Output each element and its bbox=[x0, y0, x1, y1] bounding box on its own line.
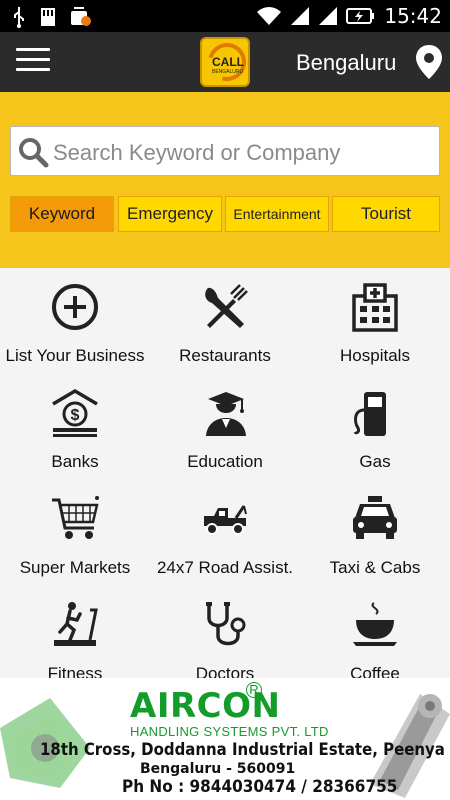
tab-emergency[interactable]: Emergency bbox=[118, 196, 222, 232]
category-gas[interactable]: Gas bbox=[300, 374, 450, 480]
plus-circle-icon bbox=[52, 284, 98, 330]
category-restaurants[interactable]: Restaurants bbox=[150, 268, 300, 374]
search-panel: Search Keyword or Company Keyword Emerge… bbox=[0, 92, 450, 268]
tab-tourist[interactable]: Tourist bbox=[332, 196, 440, 232]
clock: 15:42 bbox=[384, 4, 442, 28]
search-icon bbox=[19, 138, 49, 168]
sd-card-icon bbox=[41, 8, 55, 26]
category-road-assist[interactable]: 24x7 Road Assist. bbox=[150, 480, 300, 586]
gas-pump-icon bbox=[353, 392, 386, 436]
treadmill-icon bbox=[54, 602, 98, 646]
category-taxi-cabs[interactable]: Taxi & Cabs bbox=[300, 480, 450, 586]
ad-address: 18th Cross, Doddanna Industrial Estate, … bbox=[40, 740, 450, 760]
ad-phone: Ph No : 9844030474 / 28366755 bbox=[122, 777, 398, 797]
signal-icon bbox=[291, 7, 310, 25]
status-bar: 15:42 bbox=[0, 0, 450, 32]
taxi-icon bbox=[353, 496, 397, 539]
coffee-cup-icon bbox=[353, 602, 397, 646]
tow-truck-icon bbox=[204, 505, 247, 535]
ad-banner[interactable]: AIRCON R HANDLING SYSTEMS PVT. LTD 18th … bbox=[0, 678, 450, 800]
category-hospitals[interactable]: Hospitals bbox=[300, 268, 450, 374]
hospital-icon bbox=[352, 283, 398, 332]
registered-mark: R bbox=[246, 682, 262, 698]
app-bar: CALL BENGALURU Bengaluru bbox=[0, 32, 450, 92]
hamburger-menu-icon[interactable] bbox=[16, 48, 50, 76]
usb-icon bbox=[14, 7, 24, 28]
bank-icon: $ bbox=[52, 388, 98, 437]
search-placeholder: Search Keyword or Company bbox=[53, 140, 341, 165]
app-logo: CALL BENGALURU bbox=[200, 37, 250, 87]
search-input[interactable]: Search Keyword or Company bbox=[10, 126, 440, 176]
fork-knife-icon bbox=[205, 284, 248, 328]
battery-charging-icon bbox=[346, 8, 375, 24]
category-super-markets[interactable]: Super Markets bbox=[0, 480, 150, 586]
ad-subtitle: HANDLING SYSTEMS PVT. LTD bbox=[130, 724, 329, 739]
city-name[interactable]: Bengaluru bbox=[296, 50, 396, 76]
category-list-your-business[interactable]: List Your Business bbox=[0, 268, 150, 374]
wifi-icon bbox=[257, 7, 282, 25]
stethoscope-icon bbox=[206, 602, 246, 646]
signal-icon-2 bbox=[319, 7, 338, 25]
tab-keyword[interactable]: Keyword bbox=[10, 196, 114, 232]
category-grid: List Your Business Restaurants Hospitals… bbox=[0, 268, 450, 678]
category-fitness[interactable]: Fitness bbox=[0, 586, 150, 678]
category-banks[interactable]: $ Banks bbox=[0, 374, 150, 480]
category-education[interactable]: Education bbox=[150, 374, 300, 480]
location-pin-icon[interactable] bbox=[414, 44, 444, 80]
svg-text:$: $ bbox=[71, 407, 80, 424]
ad-city: Bengaluru - 560091 bbox=[140, 761, 296, 777]
graduate-icon bbox=[206, 392, 246, 436]
category-coffee[interactable]: Coffee bbox=[300, 586, 450, 678]
app-notification-icon bbox=[71, 7, 91, 26]
tab-entertainment[interactable]: Entertainment bbox=[225, 196, 329, 232]
category-doctors[interactable]: Doctors bbox=[150, 586, 300, 678]
shopping-cart-icon bbox=[52, 496, 99, 539]
